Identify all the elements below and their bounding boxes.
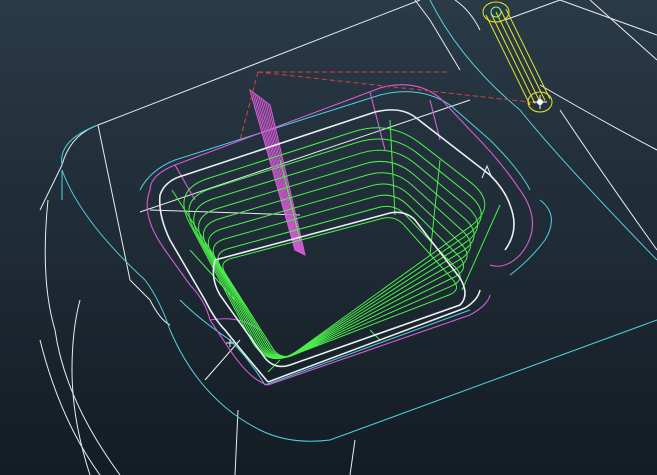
cad-viewport[interactable] xyxy=(0,0,657,475)
viewport-background xyxy=(0,0,657,475)
cad-wireframe-scene[interactable] xyxy=(0,0,657,475)
